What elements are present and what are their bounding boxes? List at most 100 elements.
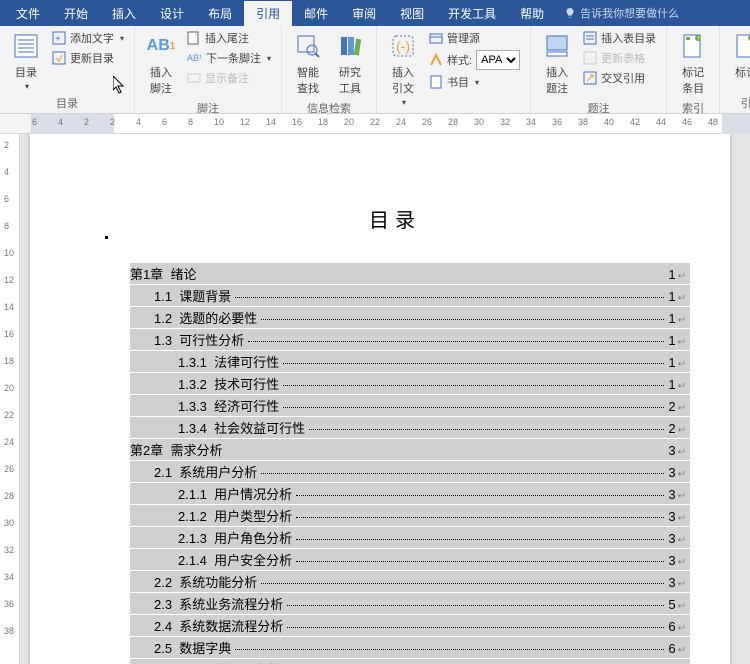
mark-citation-button[interactable]: + 标记 xyxy=(726,28,750,82)
tab-file[interactable]: 文件 xyxy=(4,1,52,26)
toc-number: 2.2 xyxy=(154,575,179,590)
toc-entry[interactable]: 1.3.3 经济可行性2↵ xyxy=(130,395,690,416)
style-icon xyxy=(429,53,443,67)
tab-design[interactable]: 设计 xyxy=(148,1,196,26)
tab-help[interactable]: 帮助 xyxy=(508,1,556,26)
smart-lookup-button[interactable]: 智能 查找 xyxy=(288,28,328,98)
toc-entry[interactable]: 1.1 课题背景1↵ xyxy=(130,285,690,306)
toc-page: 2 xyxy=(668,421,675,436)
paragraph-mark-icon: ↵ xyxy=(678,623,686,634)
xref-icon xyxy=(583,71,597,85)
add-text-icon: + xyxy=(52,31,66,45)
toc-number: 1.2 xyxy=(154,311,179,326)
toc-entry[interactable]: 2.5 数据字典6↵ xyxy=(130,637,690,658)
toc-text: 系统功能分析 xyxy=(179,572,257,591)
tab-view[interactable]: 视图 xyxy=(388,1,436,26)
toc-number: 2.1.3 xyxy=(178,531,214,546)
citation-style[interactable]: 样式: APA xyxy=(425,48,524,72)
toc-number: 2.1.2 xyxy=(178,509,214,524)
toc-entry[interactable]: 2.1.4 用户安全分析3↵ xyxy=(130,549,690,570)
toc-page: 3 xyxy=(668,575,675,590)
update-toc-button[interactable]: 更新目录 xyxy=(48,48,128,68)
horizontal-ruler[interactable]: 6422468101214161820222426283032343638404… xyxy=(0,114,750,134)
toc-entry[interactable]: 2.2 系统功能分析 3↵ xyxy=(130,571,690,592)
toc-button[interactable]: 目录▾ xyxy=(6,28,46,93)
research-tools-button[interactable]: 研究 工具 xyxy=(330,28,370,98)
tell-me[interactable]: 告诉我你想要做什么 xyxy=(564,5,679,21)
toc-leader xyxy=(287,605,664,606)
toc-number: 1.1 xyxy=(154,289,179,304)
toc-leader xyxy=(296,561,664,562)
toc-text: 选题的必要性 xyxy=(179,308,257,327)
toc-entry[interactable]: 第1章 绪论1↵ xyxy=(130,263,690,284)
toc-entry[interactable]: 1.3.4 社会效益可行性2↵ xyxy=(130,417,690,438)
mark-entry-button[interactable]: + 标记 条目 xyxy=(673,28,713,98)
tab-review[interactable]: 审阅 xyxy=(340,1,388,26)
toc-entry[interactable]: 2.1.1 用户情况分析3↵ xyxy=(130,483,690,504)
update-icon xyxy=(52,51,66,65)
tab-insert[interactable]: 插入 xyxy=(100,1,148,26)
paragraph-mark-icon: ↵ xyxy=(678,513,686,524)
toc-page: 1 xyxy=(668,377,675,392)
toc-page: 3 xyxy=(668,553,675,568)
show-notes-button[interactable]: 显示备注 xyxy=(183,68,275,88)
toc-number: 1.3.2 xyxy=(178,377,214,392)
toc-text: 用户角色分析 xyxy=(214,528,292,547)
toc-page: 1 xyxy=(668,267,675,282)
toc-text: 系统用户分析 xyxy=(179,462,257,481)
insert-caption-button[interactable]: 插入题注 xyxy=(537,28,577,98)
manage-sources-icon xyxy=(429,31,443,45)
style-select[interactable]: APA xyxy=(476,50,520,70)
toc-text: 法律可行性 xyxy=(214,352,279,371)
toc-entry[interactable]: 2.3 系统业务流程分析5↵ xyxy=(130,593,690,614)
toc-leader xyxy=(296,495,664,496)
tab-home[interactable]: 开始 xyxy=(52,1,100,26)
vertical-ruler[interactable]: 2468101214161820222426283032343638 xyxy=(0,134,20,664)
next-footnote-icon: AB¹ xyxy=(187,53,202,63)
manage-sources-button[interactable]: 管理源 xyxy=(425,28,524,48)
toc-page: 2 xyxy=(668,399,675,414)
toc-leader xyxy=(261,319,664,320)
toc-entry[interactable]: 2.1 系统用户分析3↵ xyxy=(130,461,690,482)
tab-references[interactable]: 引用 xyxy=(244,1,292,26)
insert-footnote-button[interactable]: AB1 插入脚注 xyxy=(141,28,181,98)
toc-number: 1.3 xyxy=(154,333,179,348)
bibliography-button[interactable]: 书目▾ xyxy=(425,72,524,92)
group-footnotes: AB1 插入脚注 i插入尾注 AB¹下一条脚注▾ 显示备注 脚注 xyxy=(135,26,282,113)
insert-endnote-button[interactable]: i插入尾注 xyxy=(183,28,275,48)
paragraph-mark-icon: ↵ xyxy=(678,359,686,370)
paragraph-mark-icon: ↵ xyxy=(678,557,686,568)
insert-tof-button[interactable]: 插入表目录 xyxy=(579,28,660,48)
toc-icon xyxy=(10,30,42,62)
paragraph-mark-icon: ↵ xyxy=(678,601,686,612)
toc-entry[interactable]: 1.3 可行性分析1↵ xyxy=(130,329,690,350)
toc-leader xyxy=(296,517,664,518)
page-area[interactable]: 目录 第1章 绪论1↵1.1 课题背景1↵1.2 选题的必要性1↵1.3 可行性… xyxy=(20,134,750,664)
doc-title: 目录 xyxy=(100,204,690,233)
add-text-button[interactable]: +添加文字▾ xyxy=(48,28,128,48)
tab-mailings[interactable]: 邮件 xyxy=(292,1,340,26)
toc-entry[interactable]: 1.3.2 技术可行性1↵ xyxy=(130,373,690,394)
update-table-button[interactable]: 更新表格 xyxy=(579,48,660,68)
toc-entry[interactable]: 2.1.2 用户类型分析3↵ xyxy=(130,505,690,526)
toc-entry[interactable]: 2.5.1 数据流字典6↵ xyxy=(130,659,690,664)
group-index: + 标记 条目 索引 xyxy=(667,26,720,113)
toc-entry[interactable]: 2.1.3 用户角色分析3↵ xyxy=(130,527,690,548)
table-of-contents[interactable]: 第1章 绪论1↵1.1 课题背景1↵1.2 选题的必要性1↵1.3 可行性分析1… xyxy=(130,263,690,664)
cross-ref-button[interactable]: 交叉引用 xyxy=(579,68,660,88)
toc-number: 1.3.3 xyxy=(178,399,214,414)
caption-icon xyxy=(541,30,573,62)
toc-entry[interactable]: 2.4 系统数据流程分析6↵ xyxy=(130,615,690,636)
paragraph-mark-icon: ↵ xyxy=(678,579,686,590)
tab-dev[interactable]: 开发工具 xyxy=(436,1,508,26)
toc-text: 用户安全分析 xyxy=(214,550,292,569)
toc-entry[interactable]: 1.2 选题的必要性1↵ xyxy=(130,307,690,328)
toc-number: 2.1.1 xyxy=(178,487,214,502)
toc-entry[interactable]: 1.3.1 法律可行性1↵ xyxy=(130,351,690,372)
next-footnote-button[interactable]: AB¹下一条脚注▾ xyxy=(183,48,275,68)
toc-number: 2.5 xyxy=(154,641,179,656)
toc-entry[interactable]: 第2章 需求分析3↵ xyxy=(130,439,690,460)
insert-citation-button[interactable]: (-) 插入引文▾ xyxy=(383,28,423,109)
tab-layout[interactable]: 布局 xyxy=(196,1,244,26)
paragraph-mark-icon: ↵ xyxy=(678,403,686,414)
